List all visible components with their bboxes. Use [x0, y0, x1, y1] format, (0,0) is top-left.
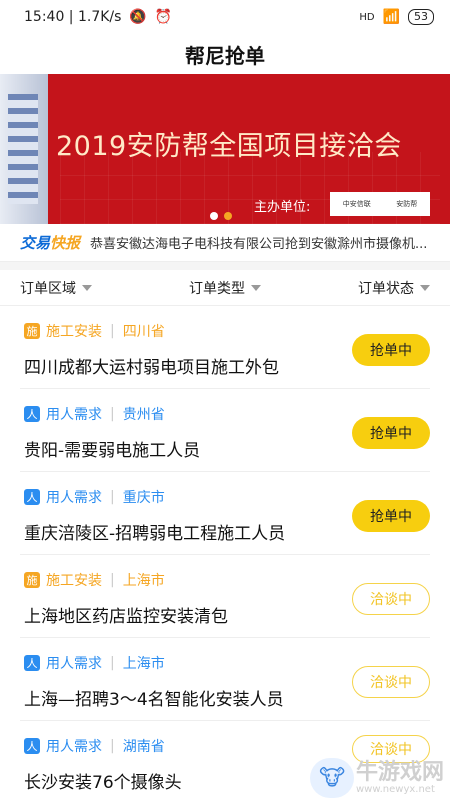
- order-category: 施工安装: [46, 573, 102, 589]
- order-region: 重庆市: [122, 490, 165, 506]
- construction-badge-icon: 施: [24, 572, 40, 588]
- order-region: 上海市: [122, 573, 165, 589]
- building-illustration: [0, 74, 48, 224]
- construction-badge-icon: 施: [24, 323, 40, 339]
- order-title: 重庆涪陵区-招聘弱电工程施工人员: [24, 524, 286, 544]
- ticker-brand: 交易快报: [20, 234, 81, 252]
- grab-order-button[interactable]: 抢单中: [352, 500, 430, 532]
- order-region: 四川省: [122, 324, 165, 340]
- signal-icon: HD: [359, 11, 375, 23]
- filter-region[interactable]: 订单区域: [20, 278, 92, 298]
- battery-icon: 53: [408, 9, 434, 25]
- news-ticker[interactable]: 交易快报 恭喜安徽达海电子电科技有限公司抢到安徽滁州市摄像机...: [0, 224, 450, 262]
- filter-status[interactable]: 订单状态: [358, 278, 430, 298]
- status-bar: 15:40 | 1.7K/s 🔕 ⏰ HD 📶 53: [0, 0, 450, 34]
- watermark-text: 牛游戏网: [355, 759, 444, 785]
- order-region: 贵州省: [122, 407, 165, 423]
- order-title: 上海地区药店监控安装清包: [24, 607, 228, 627]
- banner-headline: 2019安防帮全国项目接洽会: [56, 131, 402, 162]
- carousel-dots: [210, 212, 232, 220]
- time-speed-text: 15:40 | 1.7K/s: [24, 9, 122, 25]
- order-title: 上海—招聘3～4名智能化安装人员: [24, 690, 284, 710]
- order-item[interactable]: 施 施工安装 | 四川省 四川成都大运村弱电项目施工外包 抢单中: [20, 306, 430, 389]
- sponsor-logo-1: 中安信联: [342, 200, 371, 208]
- caret-down-icon: [82, 284, 92, 291]
- order-title: 贵阳-需要弱电施工人员: [24, 441, 201, 461]
- filter-bar: 订单区域 订单类型 订单状态: [0, 270, 450, 306]
- watermark-url: www.newyx.net: [355, 783, 435, 795]
- alarm-icon: ⏰: [154, 9, 173, 25]
- order-title: 四川成都大运村弱电项目施工外包: [24, 358, 279, 378]
- order-item[interactable]: 人 用人需求 | 上海市 上海—招聘3～4名智能化安装人员 洽谈中: [20, 638, 430, 721]
- site-watermark: 🐮 牛游戏网 www.newyx.net: [309, 758, 444, 798]
- negotiating-button[interactable]: 洽谈中: [352, 583, 430, 615]
- grab-order-button[interactable]: 抢单中: [352, 417, 430, 449]
- order-item[interactable]: 人 用人需求 | 重庆市 重庆涪陵区-招聘弱电工程施工人员 抢单中: [20, 472, 430, 555]
- mascot-icon: 🐮: [309, 758, 354, 798]
- section-divider: [0, 262, 450, 270]
- person-badge-icon: 人: [24, 655, 40, 671]
- order-region: 湖南省: [122, 739, 165, 755]
- order-list: 施 施工安装 | 四川省 四川成都大运村弱电项目施工外包 抢单中 人 用人需求 …: [0, 306, 450, 804]
- sponsor-logos: 中安信联 安防帮: [330, 192, 430, 216]
- order-region: 上海市: [122, 656, 165, 672]
- carousel-dot[interactable]: [210, 212, 218, 220]
- ticker-message: 恭喜安徽达海电子电科技有限公司抢到安徽滁州市摄像机...: [90, 237, 428, 252]
- carousel-dot-active[interactable]: [224, 212, 232, 220]
- order-category: 用人需求: [46, 739, 102, 755]
- promo-banner[interactable]: 2019安防帮全国项目接洽会 主办单位: 中安信联 安防帮: [0, 74, 450, 224]
- order-item[interactable]: 人 用人需求 | 贵州省 贵阳-需要弱电施工人员 抢单中: [20, 389, 430, 472]
- order-category: 施工安装: [46, 324, 102, 340]
- person-badge-icon: 人: [24, 406, 40, 422]
- caret-down-icon: [420, 284, 430, 291]
- wifi-icon: 📶: [382, 9, 400, 25]
- filter-type[interactable]: 订单类型: [189, 278, 261, 298]
- person-badge-icon: 人: [24, 489, 40, 505]
- order-category: 用人需求: [46, 407, 102, 423]
- top-bar: 帮尼抢单: [0, 34, 450, 74]
- order-category: 用人需求: [46, 490, 102, 506]
- grab-order-button[interactable]: 抢单中: [352, 334, 430, 366]
- order-category: 用人需求: [46, 656, 102, 672]
- sponsor-logo-2: 安防帮: [396, 200, 418, 208]
- banner-host-label: 主办单位:: [254, 200, 311, 215]
- order-item[interactable]: 施 施工安装 | 上海市 上海地区药店监控安装清包 洽谈中: [20, 555, 430, 638]
- order-title: 长沙安装76个摄像头: [24, 773, 182, 793]
- person-badge-icon: 人: [24, 738, 40, 754]
- mute-icon: 🔕: [129, 9, 147, 25]
- page-title: 帮尼抢单: [185, 43, 265, 68]
- caret-down-icon: [251, 284, 261, 291]
- negotiating-button[interactable]: 洽谈中: [352, 666, 430, 698]
